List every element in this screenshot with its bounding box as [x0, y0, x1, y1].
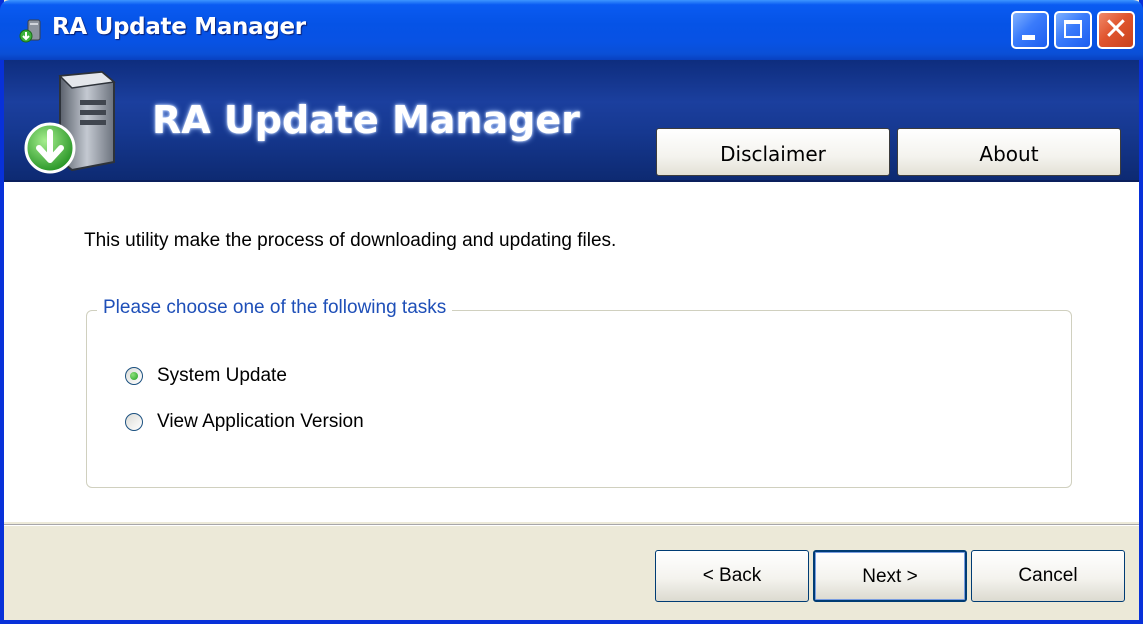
window-title: RA Update Manager [52, 14, 306, 40]
option-system-update[interactable]: System Update [125, 365, 287, 387]
radio-system-update[interactable] [125, 367, 143, 385]
maximize-icon [1064, 20, 1082, 38]
server-download-icon [24, 70, 116, 174]
cancel-button[interactable]: Cancel [971, 550, 1125, 602]
groupbox-title: Please choose one of the following tasks [97, 297, 453, 319]
maximize-button[interactable] [1054, 11, 1092, 49]
disclaimer-button[interactable]: Disclaimer [656, 128, 890, 176]
radio-view-application-version[interactable] [125, 413, 143, 431]
dialog-window: RA Update Manager ✕ RA Update Manager Di… [0, 0, 1143, 624]
option-label[interactable]: View Application Version [157, 411, 364, 433]
footer-divider [4, 524, 1139, 526]
close-button[interactable]: ✕ [1097, 11, 1135, 49]
server-download-icon [19, 19, 41, 43]
next-button[interactable]: Next > [813, 550, 967, 602]
content-panel: This utility make the process of downloa… [4, 182, 1139, 522]
banner-title: RA Update Manager [152, 98, 580, 142]
minimize-icon [1022, 35, 1035, 40]
intro-text: This utility make the process of downloa… [84, 230, 617, 251]
option-label[interactable]: System Update [157, 365, 287, 387]
title-bar[interactable]: RA Update Manager ✕ [0, 0, 1143, 60]
about-button[interactable]: About [897, 128, 1121, 176]
close-icon: ✕ [1103, 12, 1129, 47]
task-groupbox: Please choose one of the following tasks… [86, 297, 1072, 488]
option-view-application-version[interactable]: View Application Version [125, 411, 364, 433]
minimize-button[interactable] [1011, 11, 1049, 49]
back-button[interactable]: < Back [655, 550, 809, 602]
